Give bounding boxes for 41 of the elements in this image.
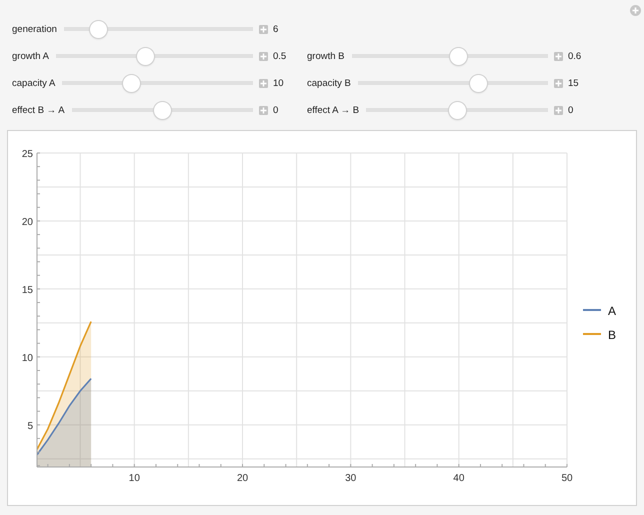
- slider-label: effect B → A: [12, 105, 65, 116]
- slider-thumb[interactable]: [90, 21, 107, 38]
- plus-icon[interactable]: [259, 52, 268, 61]
- tick-label: 40: [453, 473, 464, 484]
- tick-label: 5: [27, 420, 33, 432]
- plus-icon[interactable]: [554, 79, 563, 88]
- tick-label: 25: [22, 149, 33, 160]
- slider-label: capacity B: [307, 78, 351, 89]
- plus-icon[interactable]: [259, 25, 268, 34]
- slider-label: generation: [12, 24, 57, 35]
- slider-value: 0.5: [273, 51, 288, 62]
- plus-icon[interactable]: [259, 79, 268, 88]
- tick-label: 30: [345, 473, 356, 484]
- slider-value: 0: [273, 105, 280, 116]
- legend-label: B: [608, 328, 616, 342]
- slider-label: growth B: [307, 51, 344, 62]
- slider-value: 0: [568, 105, 574, 116]
- slider-thumb[interactable]: [450, 48, 468, 65]
- plus-circle-icon[interactable]: [630, 5, 641, 16]
- plus-icon[interactable]: [554, 106, 563, 115]
- slider-thumb[interactable]: [448, 102, 466, 119]
- slider-label: capacity A: [12, 78, 56, 89]
- slider-value: 0.6: [568, 51, 582, 62]
- tick-label: 20: [22, 216, 33, 228]
- legend-label: A: [608, 304, 616, 318]
- slider-label: growth A: [12, 51, 49, 62]
- slider-value: 15: [568, 78, 580, 89]
- slider-value: 6: [273, 24, 280, 35]
- tick-label: 50: [561, 473, 573, 484]
- slider-label: effect A → B: [307, 105, 360, 116]
- slider-thumb[interactable]: [154, 102, 171, 119]
- tick-label: 15: [22, 284, 33, 296]
- tick-label: 10: [128, 473, 140, 484]
- slider-thumb[interactable]: [470, 75, 488, 92]
- plus-icon[interactable]: [259, 106, 268, 115]
- slider-thumb[interactable]: [123, 75, 140, 92]
- tick-label: 10: [22, 352, 33, 364]
- slider-thumb[interactable]: [136, 48, 154, 65]
- plus-icon[interactable]: [554, 52, 563, 61]
- slider-value: 10: [273, 78, 285, 89]
- tick-label: 20: [236, 473, 248, 484]
